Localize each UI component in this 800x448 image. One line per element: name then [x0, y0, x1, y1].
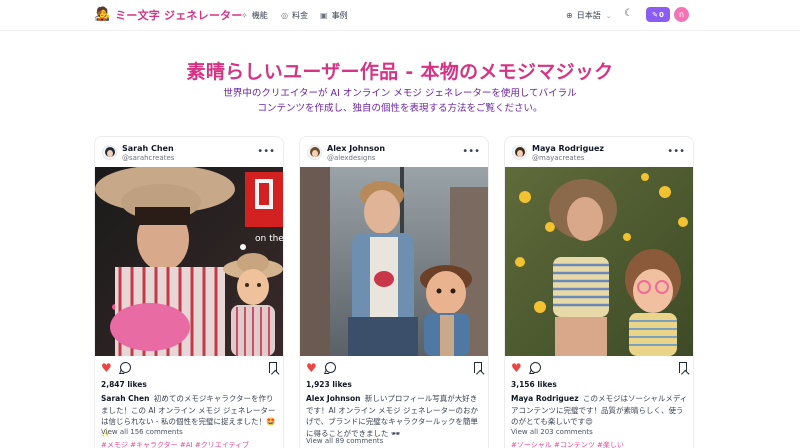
more-options-icon[interactable]: ••• [257, 146, 275, 157]
post-tags[interactable]: #ソーシャル #コンテンツ #楽しい [511, 440, 624, 448]
likes-count: 3,156 likes [511, 380, 557, 389]
post-caption: Maya Rodriguez このメモジはソーシャルメディアコンテンツに完璧です… [511, 393, 689, 428]
post-image [505, 167, 693, 356]
post-author-handle: @mayacreates [532, 154, 585, 162]
comment-icon[interactable] [530, 362, 541, 373]
comment-icon[interactable] [325, 362, 336, 373]
post-header: Alex Johnson @alexdesigns ••• [300, 137, 488, 167]
language-label: 日本語 [576, 11, 601, 20]
nav-link-cases[interactable]: ▣ 事例 [320, 10, 348, 21]
post-author-name[interactable]: Maya Rodriguez [532, 144, 604, 153]
post-tags[interactable]: #メモジ #キャラクター #AI #クリエイティブ [101, 440, 249, 448]
nav-link-cases-label: 事例 [331, 11, 348, 20]
nav-link-features[interactable]: ✧ 機能 [241, 10, 268, 21]
post-actions: ♥ [101, 361, 279, 375]
language-selector[interactable]: ⊕ 日本語 ⌄ [566, 10, 612, 21]
more-options-icon[interactable]: ••• [462, 146, 480, 157]
user-avatar[interactable]: n [674, 7, 689, 22]
post-author-handle: @alexdesigns [327, 154, 376, 162]
page-subtitle: 世界中のクリエイターが AI オンライン メモジ ジェネレーターを使用してバイラ… [200, 86, 600, 116]
post-card: Sarah Chen @sarahcreates ••• on the ♥ 2,… [94, 136, 284, 448]
post-actions: ♥ [306, 361, 484, 375]
credits-count: 0 [659, 10, 664, 19]
pencil-icon: ✎ [652, 10, 658, 19]
bookmark-icon[interactable] [474, 362, 482, 373]
avatar[interactable] [102, 145, 117, 160]
moon-icon[interactable]: ☾ [624, 8, 633, 19]
coin-icon: ◎ [281, 11, 288, 20]
credits-button[interactable]: ✎ 0 [646, 7, 670, 22]
globe-icon: ⊕ [566, 11, 573, 20]
bookmark-icon[interactable] [269, 362, 277, 373]
avatar[interactable] [307, 145, 322, 160]
nav-link-pricing[interactable]: ◎ 料金 [281, 10, 308, 21]
nav-link-pricing-label: 料金 [291, 11, 308, 20]
sparkles-icon: ✧ [241, 11, 248, 20]
post-card: Maya Rodriguez @mayacreates ••• ♥ 3,156 … [504, 136, 694, 448]
avatar[interactable] [512, 145, 527, 160]
brand-logo[interactable]: 🧑‍🎤 ミー文字 ジェネレーター [94, 7, 242, 23]
post-author-handle: @sarahcreates [122, 154, 175, 162]
post-header: Sarah Chen @sarahcreates ••• [95, 137, 283, 167]
subtitle-line-2: コンテンツを作成し、独自の個性を表現する方法をご覧ください。 [257, 103, 543, 114]
gift-icon: ▣ [320, 11, 328, 20]
view-comments-link[interactable]: View all 89 comments [306, 437, 383, 445]
likes-count: 1,923 likes [306, 380, 352, 389]
post-actions: ♥ [511, 361, 689, 375]
brand-name: ミー文字 ジェネレーター [115, 9, 243, 22]
view-comments-link[interactable]: View all 203 comments [511, 428, 593, 436]
post-header: Maya Rodriguez @mayacreates ••• [505, 137, 693, 167]
comment-icon[interactable] [120, 362, 131, 373]
nav-link-features-label: 機能 [251, 11, 268, 20]
chevron-down-icon: ⌄ [605, 11, 612, 20]
post-image [300, 167, 488, 356]
top-navbar: 🧑‍🎤 ミー文字 ジェネレーター ✧ 機能 ◎ 料金 ▣ 事例 ⊕ 日本語 ⌄ … [0, 0, 800, 31]
post-caption: Alex Johnson 新しいプロフィール写真が大好きです！AI オンライン … [306, 393, 484, 439]
heart-icon[interactable]: ♥ [511, 361, 522, 375]
bookmark-icon[interactable] [679, 362, 687, 373]
svg-text:on the: on the [255, 234, 284, 244]
more-options-icon[interactable]: ••• [667, 146, 685, 157]
post-card: Alex Johnson @alexdesigns ••• ♥ 1,923 li… [299, 136, 489, 448]
heart-icon[interactable]: ♥ [101, 361, 112, 375]
post-image: on the [95, 167, 284, 356]
subtitle-line-1: 世界中のクリエイターが AI オンライン メモジ ジェネレーターを使用してバイラ… [223, 88, 577, 99]
heart-icon[interactable]: ♥ [306, 361, 317, 375]
caption-author[interactable]: Maya Rodriguez [511, 394, 579, 403]
page-title: 素晴らしいユーザー作品 - 本物のメモジマジック [186, 61, 614, 83]
caption-author[interactable]: Alex Johnson [306, 394, 361, 403]
brand-emoji-icon: 🧑‍🎤 [94, 7, 111, 22]
likes-count: 2,847 likes [101, 380, 147, 389]
post-author-name[interactable]: Sarah Chen [122, 144, 174, 153]
caption-author[interactable]: Sarah Chen [101, 394, 149, 403]
view-comments-link[interactable]: View all 156 comments [101, 428, 183, 436]
post-author-name[interactable]: Alex Johnson [327, 144, 385, 153]
